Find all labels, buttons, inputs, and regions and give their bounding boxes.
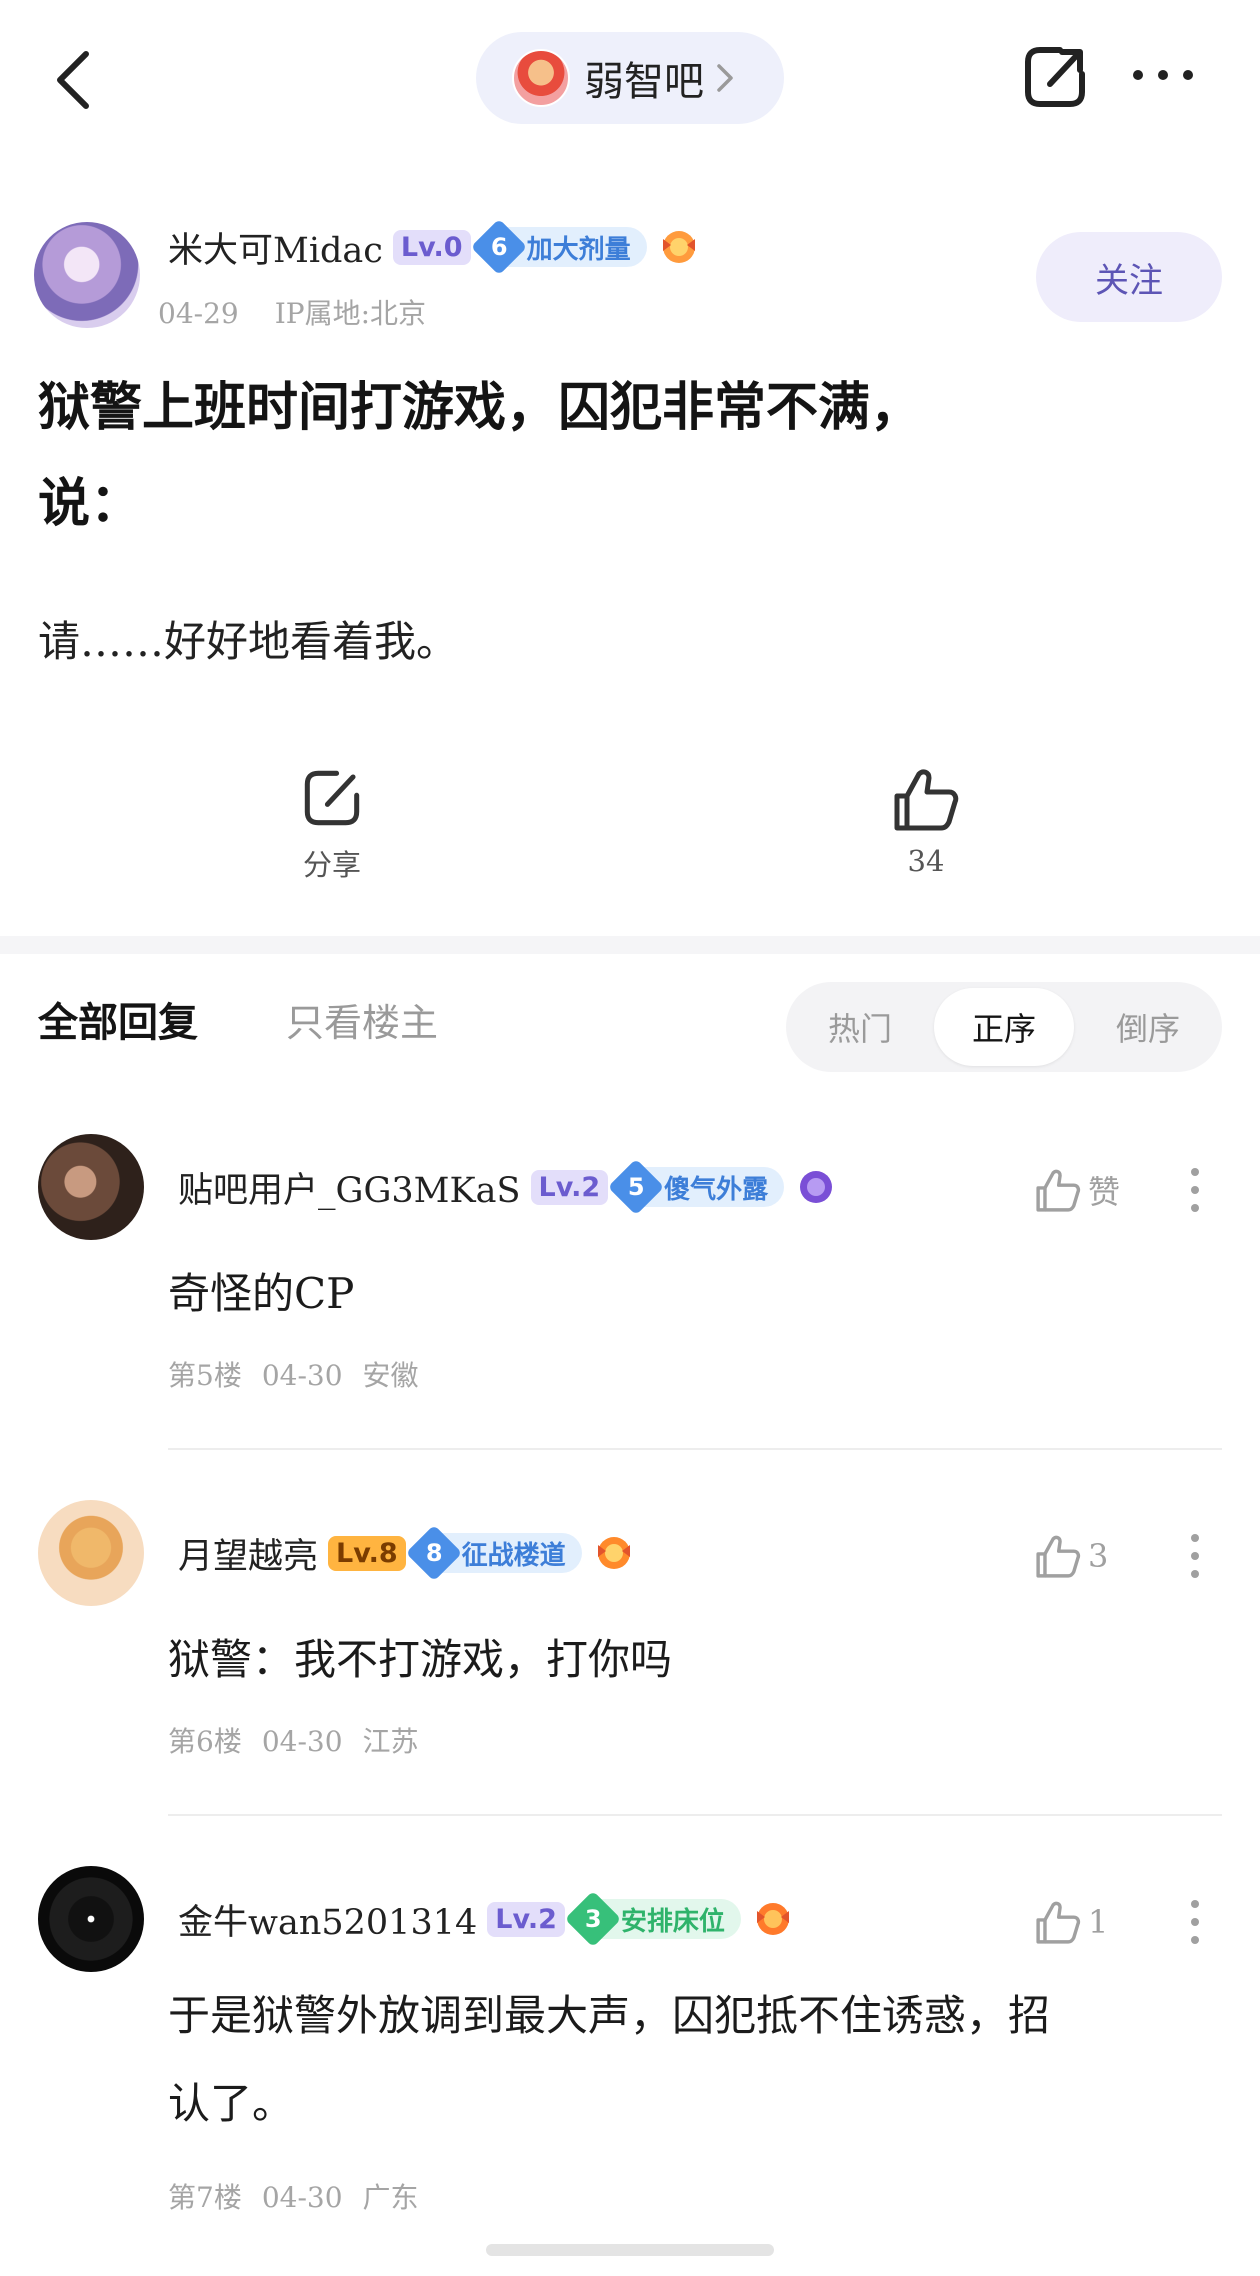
post-title: 狱警上班时间打游戏，囚犯非常不满， 说： xyxy=(38,360,1198,552)
reply-like-label: 赞 xyxy=(1088,1173,1121,1211)
reply-username[interactable]: 月望越亮 xyxy=(178,1528,318,1579)
reply-like-button[interactable]: 3 xyxy=(1034,1526,1108,1586)
sort-asc[interactable]: 正序 xyxy=(934,988,1074,1066)
author-name[interactable]: 米大可Midac xyxy=(168,222,383,273)
title-level-diamond: 6 xyxy=(470,218,527,276)
share-action[interactable]: 分享 xyxy=(262,766,402,884)
share-label: 分享 xyxy=(302,848,361,882)
title-badge: 3 安排床位 xyxy=(564,1890,741,1948)
title-badge: 6 加大剂量 xyxy=(470,218,647,276)
more-vertical-icon xyxy=(1191,1168,1199,1212)
reply-name-row: 贴吧用户_GG3MKaS Lv.2 5 傻气外露 xyxy=(178,1158,838,1216)
reply-date: 04-30 xyxy=(261,2181,343,2214)
reply-floor: 第5楼 xyxy=(168,1359,242,1392)
reply-content-line1: 于是狱警外放调到最大声，囚犯抵不住诱惑，招 xyxy=(168,1991,1051,2040)
forum-avatar xyxy=(512,49,570,107)
reply-divider xyxy=(168,1814,1222,1816)
reply-floor: 第7楼 xyxy=(168,2181,242,2214)
reply-content: 于是狱警外放调到最大声，囚犯抵不住诱惑，招 认了。 xyxy=(168,1972,1228,2148)
title-badge-text: 安排床位 xyxy=(620,1906,725,1937)
reply-date: 04-30 xyxy=(261,1725,343,1758)
reply-location: 安徽 xyxy=(362,1359,419,1392)
author-name-row: 米大可Midac Lv.0 6 加大剂量 xyxy=(168,218,701,276)
author-meta: 04-29 IP属地:北京 xyxy=(158,292,426,332)
post-date: 04-29 xyxy=(158,297,239,330)
back-button[interactable] xyxy=(44,40,104,120)
author-avatar[interactable] xyxy=(34,222,140,328)
reply-name-row: 月望越亮 Lv.8 8 征战楼道 xyxy=(178,1524,636,1582)
title-badge-text: 加大剂量 xyxy=(526,234,631,265)
reply-divider xyxy=(168,1448,1222,1450)
ip-location: IP属地:北京 xyxy=(274,297,427,330)
post-title-line2: 说： xyxy=(38,473,143,534)
tab-all-replies[interactable]: 全部回复 xyxy=(38,990,198,1048)
reply-avatar[interactable] xyxy=(38,1866,144,1972)
title-badge-text: 征战楼道 xyxy=(461,1540,566,1571)
reply-meta: 第6楼 04-30 江苏 xyxy=(168,1720,419,1760)
forum-name: 弱智吧 xyxy=(584,59,704,105)
like-action[interactable]: 34 xyxy=(856,766,996,878)
sort-segmented-control: 热门 正序 倒序 xyxy=(786,982,1222,1072)
share-icon xyxy=(304,770,360,826)
more-button-top[interactable] xyxy=(1128,60,1198,90)
reply-meta: 第7楼 04-30 广东 xyxy=(168,2176,419,2216)
level-badge: Lv.2 xyxy=(530,1169,609,1205)
tab-op-only[interactable]: 只看楼主 xyxy=(286,992,438,1047)
reply-floor: 第6楼 xyxy=(168,1725,242,1758)
chevron-left-icon xyxy=(57,51,89,109)
level-badge: Lv.8 xyxy=(328,1535,406,1571)
post-title-line1: 狱警上班时间打游戏，囚犯非常不满， xyxy=(38,377,923,438)
level-badge: Lv.0 xyxy=(392,229,471,265)
thumbs-up-icon xyxy=(1036,1535,1081,1578)
reply-location: 广东 xyxy=(362,2181,419,2214)
more-icon xyxy=(1133,70,1193,80)
title-badge: 5 傻气外露 xyxy=(607,1158,785,1216)
title-level-diamond: 8 xyxy=(405,1524,462,1582)
chevron-right-icon xyxy=(717,64,733,92)
medal-icon xyxy=(597,1537,630,1569)
reply-more-button[interactable] xyxy=(1180,1892,1210,1952)
medal-icon xyxy=(756,1903,789,1935)
like-count: 34 xyxy=(907,844,945,878)
medal-icon xyxy=(662,231,695,263)
reply-more-button[interactable] xyxy=(1180,1160,1210,1220)
home-indicator xyxy=(486,2244,774,2256)
reply-avatar[interactable] xyxy=(38,1134,144,1240)
title-badge-text: 傻气外露 xyxy=(664,1174,769,1205)
reply-more-button[interactable] xyxy=(1180,1526,1210,1586)
thumbs-up-icon xyxy=(1036,1901,1081,1944)
title-level-diamond: 3 xyxy=(564,1890,622,1948)
reply-content-line2: 认了。 xyxy=(168,2079,295,2128)
reply-avatar[interactable] xyxy=(38,1500,144,1606)
reply-date: 04-30 xyxy=(261,1359,343,1392)
reply-content: 奇怪的CP xyxy=(168,1269,355,1318)
reply-content: 狱警：我不打游戏，打你吗 xyxy=(168,1635,673,1684)
reply-username[interactable]: 金牛wan5201314 xyxy=(178,1894,477,1945)
reply-name-row: 金牛wan5201314 Lv.2 3 安排床位 xyxy=(178,1890,795,1948)
reply-location: 江苏 xyxy=(362,1725,419,1758)
follow-button[interactable]: 关注 xyxy=(1036,232,1222,322)
title-level-diamond: 5 xyxy=(607,1158,665,1216)
post-body: 请……好好地看着我。 xyxy=(38,617,459,666)
medal-icon xyxy=(800,1171,833,1203)
more-vertical-icon xyxy=(1191,1534,1199,1578)
share-icon xyxy=(1025,47,1085,107)
reply-username[interactable]: 贴吧用户_GG3MKaS xyxy=(178,1162,521,1213)
reply-meta: 第5楼 04-30 安徽 xyxy=(168,1354,419,1394)
sort-desc[interactable]: 倒序 xyxy=(1078,988,1218,1066)
section-divider xyxy=(0,936,1260,954)
more-vertical-icon xyxy=(1191,1900,1199,1944)
level-badge: Lv.2 xyxy=(487,1901,565,1937)
title-badge: 8 征战楼道 xyxy=(405,1524,582,1582)
forum-entry[interactable]: 弱智吧 xyxy=(476,32,784,124)
share-button-top[interactable] xyxy=(1020,42,1090,112)
reply-like-count: 1 xyxy=(1088,1903,1109,1941)
reply-like-count: 3 xyxy=(1088,1537,1109,1575)
reply-like-button[interactable]: 1 xyxy=(1034,1892,1108,1952)
reply-like-button[interactable]: 赞 xyxy=(1034,1160,1120,1220)
thumbs-up-icon xyxy=(894,769,959,831)
sort-hot[interactable]: 热门 xyxy=(790,988,930,1066)
thumbs-up-icon xyxy=(1036,1169,1081,1212)
